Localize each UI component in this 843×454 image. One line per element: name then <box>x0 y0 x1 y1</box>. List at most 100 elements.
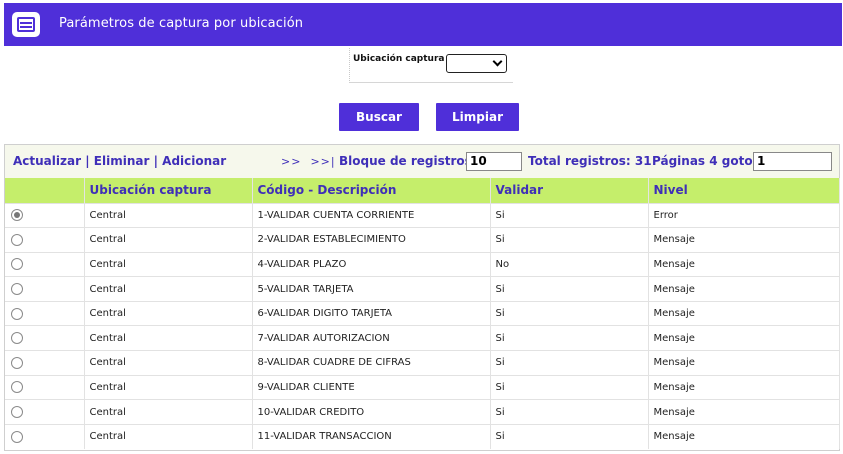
table-row[interactable]: Central 10-VALIDAR CREDITO Si Mensaje <box>5 399 840 425</box>
crud-links: Actualizar | Eliminar | Adicionar <box>13 154 226 168</box>
table-row[interactable]: Central 7-VALIDAR AUTORIZACION Si Mensaje <box>5 325 840 351</box>
row-radio[interactable] <box>11 406 23 419</box>
row-select-cell <box>5 374 85 400</box>
cell-codigo: 10-VALIDAR CREDITO <box>252 399 491 425</box>
cell-nivel: Mensaje <box>648 300 840 326</box>
cell-ubicacion: Central <box>84 325 253 351</box>
results-toolbar: Actualizar | Eliminar | Adicionar >> >>| … <box>5 145 839 178</box>
row-select-cell <box>5 300 85 326</box>
cell-nivel: Error <box>648 202 840 228</box>
cell-validar: Si <box>490 374 649 400</box>
row-radio[interactable] <box>11 430 23 443</box>
ubicacion-captura-label: Ubicación captura <box>353 54 445 64</box>
page-title: Parámetros de captura por ubicación <box>59 16 304 31</box>
row-select-cell <box>5 423 85 449</box>
cell-codigo: 5-VALIDAR TARJETA <box>252 276 491 302</box>
ubicacion-captura-select[interactable] <box>446 54 507 73</box>
cell-codigo: 9-VALIDAR CLIENTE <box>252 374 491 400</box>
pagination-nav: >> >>| <box>281 155 345 168</box>
col-ubicacion[interactable]: Ubicación captura <box>84 178 253 203</box>
cell-validar: Si <box>490 399 649 425</box>
row-radio[interactable] <box>11 233 23 246</box>
cell-ubicacion: Central <box>84 374 253 400</box>
row-radio[interactable] <box>11 356 23 369</box>
cell-codigo: 6-VALIDAR DIGITO TARJETA <box>252 300 491 326</box>
cell-validar: Si <box>490 325 649 351</box>
next-page-link[interactable]: >> <box>281 155 301 168</box>
table-row[interactable]: Central 11-VALIDAR TRANSACCION Si Mensaje <box>5 423 840 449</box>
cell-ubicacion: Central <box>84 276 253 302</box>
total-records-label: Total registros: 31 <box>528 154 652 168</box>
cell-ubicacion: Central <box>84 300 253 326</box>
row-select-cell <box>5 350 85 376</box>
list-window-icon <box>12 12 40 37</box>
cell-codigo: 8-VALIDAR CUADRE DE CIFRAS <box>252 350 491 376</box>
table-row[interactable]: Central 1-VALIDAR CUENTA CORRIENTE Si Error <box>5 202 840 228</box>
cell-ubicacion: Central <box>84 423 253 449</box>
separator: | <box>85 154 90 168</box>
col-select <box>5 178 85 203</box>
table-row[interactable]: Central 6-VALIDAR DIGITO TARJETA Si Mensaje <box>5 300 840 326</box>
cell-validar: Si <box>490 202 649 228</box>
cell-validar: Si <box>490 300 649 326</box>
results-table: Ubicación captura Código - Descripción V… <box>5 178 840 449</box>
clear-button[interactable]: Limpiar <box>436 103 519 131</box>
cell-nivel: Mensaje <box>648 350 840 376</box>
table-row[interactable]: Central 8-VALIDAR CUADRE DE CIFRAS Si Mensa… <box>5 350 840 376</box>
cell-nivel: Mensaje <box>648 251 840 277</box>
cell-nivel: Mensaje <box>648 325 840 351</box>
update-link[interactable]: Actualizar <box>13 154 81 168</box>
cell-codigo: 1-VALIDAR CUENTA CORRIENTE <box>252 202 491 228</box>
cell-ubicacion: Central <box>84 251 253 277</box>
block-size-label: Bloque de registros: <box>339 154 477 168</box>
row-select-cell <box>5 251 85 277</box>
block-size-input[interactable]: 10 <box>466 152 522 171</box>
cell-nivel: Mensaje <box>648 276 840 302</box>
table-row[interactable]: Central 5-VALIDAR TARJETA Si Mensaje <box>5 276 840 302</box>
row-select-cell <box>5 276 85 302</box>
cell-validar: Si <box>490 276 649 302</box>
table-row[interactable]: Central 9-VALIDAR CLIENTE Si Mensaje <box>5 374 840 400</box>
cell-validar: No <box>490 251 649 277</box>
add-link[interactable]: Adicionar <box>162 154 226 168</box>
chevron-down-icon <box>492 56 503 67</box>
cell-validar: Si <box>490 350 649 376</box>
delete-link[interactable]: Eliminar <box>94 154 150 168</box>
row-radio[interactable] <box>11 209 23 222</box>
pages-goto-label: Páginas 4 goto: <box>652 154 758 168</box>
cell-validar: Si <box>490 227 649 253</box>
row-radio[interactable] <box>11 283 23 296</box>
row-select-cell <box>5 325 85 351</box>
separator: | <box>153 154 158 168</box>
results-panel: Actualizar | Eliminar | Adicionar >> >>| … <box>4 144 840 451</box>
table-row[interactable]: Central 4-VALIDAR PLAZO No Mensaje <box>5 251 840 277</box>
cell-validar: Si <box>490 423 649 449</box>
row-select-cell <box>5 202 85 228</box>
col-nivel[interactable]: Nivel <box>648 178 840 203</box>
row-radio[interactable] <box>11 381 23 394</box>
goto-page-input[interactable]: 1 <box>753 152 832 171</box>
cell-nivel: Mensaje <box>648 227 840 253</box>
row-select-cell <box>5 227 85 253</box>
col-validar[interactable]: Validar <box>490 178 649 203</box>
row-radio[interactable] <box>11 258 23 271</box>
table-row[interactable]: Central 2-VALIDAR ESTABLECIMIENTO Si Mensaj… <box>5 227 840 253</box>
cell-nivel: Mensaje <box>648 423 840 449</box>
cell-codigo: 2-VALIDAR ESTABLECIMIENTO <box>252 227 491 253</box>
cell-ubicacion: Central <box>84 227 253 253</box>
cell-ubicacion: Central <box>84 350 253 376</box>
cell-codigo: 7-VALIDAR AUTORIZACION <box>252 325 491 351</box>
filter-panel: Ubicación captura <box>349 48 513 83</box>
cell-codigo: 4-VALIDAR PLAZO <box>252 251 491 277</box>
table-header-row: Ubicación captura Código - Descripción V… <box>5 178 840 203</box>
app-header: Parámetros de captura por ubicación <box>4 3 842 46</box>
last-page-link[interactable]: >>| <box>310 155 335 168</box>
cell-ubicacion: Central <box>84 399 253 425</box>
row-radio[interactable] <box>11 307 23 320</box>
search-button[interactable]: Buscar <box>339 103 419 131</box>
cell-codigo: 11-VALIDAR TRANSACCION <box>252 423 491 449</box>
row-radio[interactable] <box>11 332 23 345</box>
col-codigo[interactable]: Código - Descripción <box>252 178 491 203</box>
cell-nivel: Mensaje <box>648 374 840 400</box>
cell-nivel: Mensaje <box>648 399 840 425</box>
